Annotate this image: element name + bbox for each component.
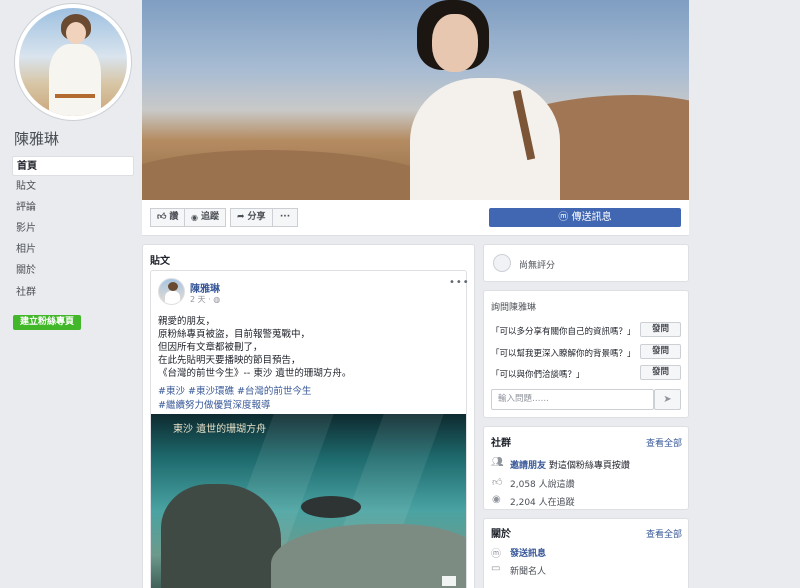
post-text-line: 但因所有文章都被刪了，	[158, 342, 263, 353]
posts-section-title: 貼文	[150, 256, 170, 267]
post-text-line: 在此先貼明天要播映的節目預告，	[158, 355, 301, 366]
post-video[interactable]: 東沙 遺世的珊瑚方舟	[151, 414, 466, 588]
sidebar-item-about[interactable]: 關於	[12, 261, 134, 281]
follow-label: 追蹤	[200, 212, 219, 222]
invite-friends-row: 邀請朋友 對這個粉絲專頁按讚	[510, 458, 630, 471]
volume-icon[interactable]	[442, 576, 456, 586]
suggested-question: 「可以與你們洽談嗎？」	[491, 370, 585, 380]
thumbs-up-icon: 👍︎	[492, 477, 503, 488]
share-arrow-icon: ➦	[237, 212, 245, 222]
follow-icon: ◉	[492, 494, 501, 505]
ask-button[interactable]: 發問	[640, 322, 681, 337]
send-arrow-icon[interactable]: ➤	[654, 389, 681, 410]
share-button[interactable]: ➦ 分享	[230, 208, 273, 227]
share-label: 分享	[247, 212, 266, 222]
about-title: 關於	[491, 529, 511, 540]
rating-card	[483, 244, 689, 282]
post-text-line: 《台灣的前世今生》-- 東沙 遺世的珊瑚方舟。	[158, 368, 352, 379]
messenger-icon: ⓜ︎	[558, 212, 569, 223]
suggested-question: 「可以幫我更深入瞭解你的背景嗎？」	[491, 349, 636, 359]
send-message-button[interactable]: ⓜ︎ 傳送訊息	[489, 208, 681, 227]
play-icon	[493, 254, 511, 272]
question-input[interactable]: 輸入問題……	[491, 389, 654, 410]
follow-button[interactable]: ◉ 追蹤	[184, 208, 226, 227]
people-icon: 👥︎	[491, 457, 504, 468]
sidebar-item-reviews[interactable]: 評論	[12, 198, 134, 218]
globe-icon: ◍	[213, 295, 221, 304]
sidebar-item-home[interactable]: 首頁	[12, 156, 134, 176]
post-hashtags[interactable]: #東沙 #東沙環礁 #台灣的前世今生	[158, 383, 311, 397]
thumbs-up-icon: 👍︎	[157, 212, 167, 222]
invite-text: 對這個粉絲專頁按讚	[548, 461, 630, 471]
sidebar-item-photos[interactable]: 相片	[12, 240, 134, 260]
messenger-icon: ⓜ︎	[491, 549, 501, 560]
ask-button[interactable]: 發問	[640, 344, 681, 359]
post-timestamp[interactable]: 2 天 · ◍	[190, 294, 220, 305]
about-send-message-link[interactable]: 發送訊息	[510, 546, 546, 559]
post-time-text: 2 天 ·	[190, 295, 211, 304]
post-text-line: 原粉絲專頁被盜，目前報警蒐戰中，	[158, 329, 311, 340]
ask-button[interactable]: 發問	[640, 365, 681, 380]
page-category: 新聞名人	[510, 567, 547, 577]
rating-text: 尚無評分	[519, 261, 556, 271]
create-page-button[interactable]: 建立粉絲專頁	[13, 315, 81, 330]
rss-icon: ◉	[191, 213, 198, 222]
like-button[interactable]: 👍︎ 讚	[150, 208, 186, 227]
post-options-button[interactable]: •••	[449, 277, 470, 288]
suggested-question: 「可以多分享有關你自己的資訊嗎？」	[491, 327, 636, 337]
post-hashtags[interactable]: #繼續努力做優質深度報導	[158, 397, 270, 411]
post-author-name[interactable]: 陳雅琳	[190, 280, 220, 295]
about-see-all-link[interactable]: 查看全部	[646, 527, 682, 540]
video-caption: 東沙 遺世的珊瑚方舟	[173, 424, 267, 435]
sidebar-item-posts[interactable]: 貼文	[12, 177, 134, 197]
page-name[interactable]: 陳雅琳	[14, 128, 59, 149]
community-see-all-link[interactable]: 查看全部	[646, 436, 682, 449]
community-title: 社群	[491, 438, 511, 449]
like-label: 讚	[169, 212, 179, 222]
more-options-button[interactable]: ···	[272, 208, 298, 227]
follows-count: 2,204 人在追蹤	[510, 498, 575, 508]
sidebar-item-community[interactable]: 社群	[12, 283, 134, 303]
profile-picture[interactable]	[19, 8, 127, 116]
post-text-line: 親愛的朋友，	[158, 316, 216, 327]
ask-title: 詢問陳雅琳	[491, 303, 537, 313]
post-author-avatar[interactable]	[158, 278, 185, 305]
invite-friends-link[interactable]: 邀請朋友	[510, 461, 546, 471]
cover-photo[interactable]	[142, 0, 689, 200]
sidebar-item-videos[interactable]: 影片	[12, 219, 134, 239]
likes-count: 2,058 人說這讚	[510, 480, 575, 490]
category-icon: ▭	[491, 563, 501, 574]
send-message-label: 傳送訊息	[571, 212, 612, 223]
